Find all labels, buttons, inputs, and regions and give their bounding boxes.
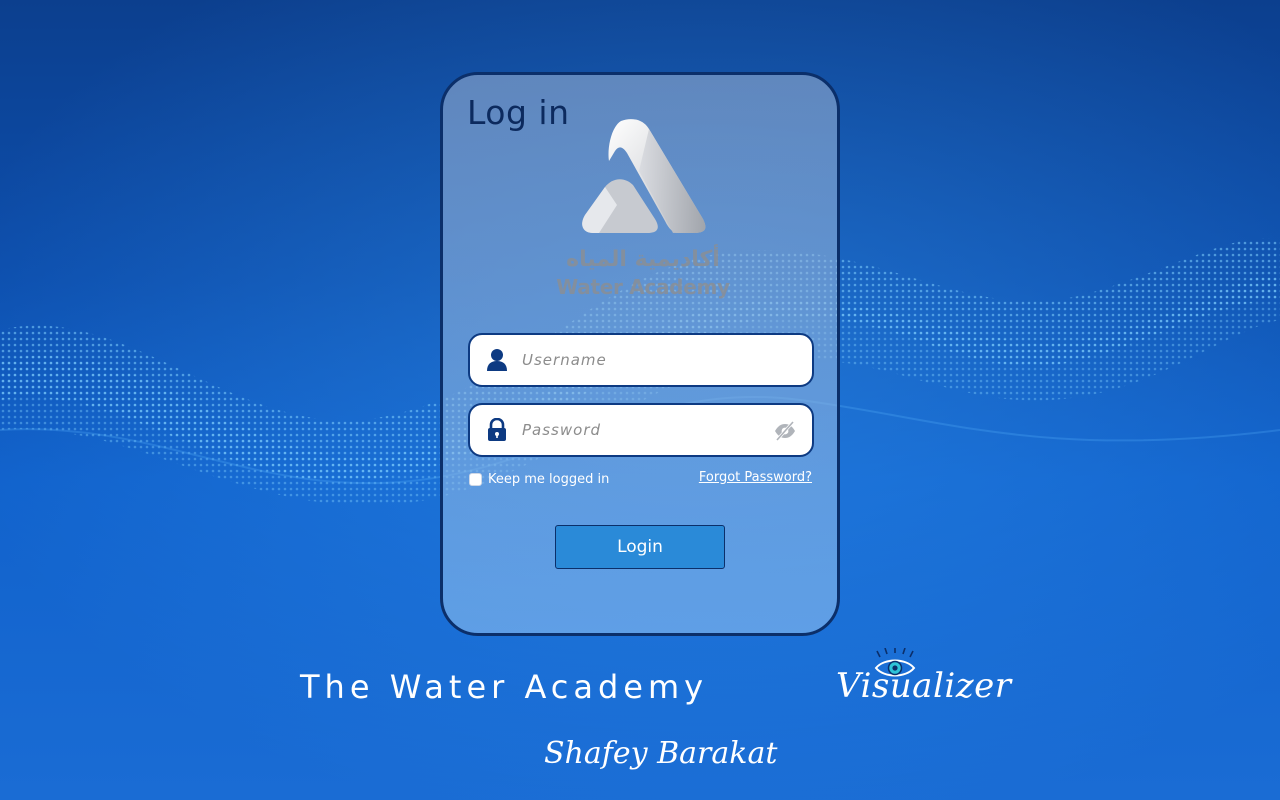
eye-slash-icon[interactable] bbox=[774, 420, 796, 442]
forgot-password-link[interactable]: Forgot Password? bbox=[699, 470, 812, 485]
signature: Shafey Barakat bbox=[544, 736, 778, 771]
login-card: Log in أكاديمية المياه Water Academy Use… bbox=[440, 72, 840, 636]
brand-title: The Water Academy bbox=[300, 668, 709, 706]
password-field[interactable] bbox=[468, 403, 814, 457]
username-field[interactable] bbox=[468, 333, 814, 387]
password-input[interactable] bbox=[522, 415, 762, 445]
keep-logged-in-checkbox[interactable] bbox=[469, 472, 482, 486]
username-input[interactable] bbox=[522, 345, 762, 375]
login-button[interactable]: Login bbox=[555, 525, 725, 569]
logo-arabic-text: أكاديمية المياه bbox=[566, 247, 720, 272]
keep-logged-in-label: Keep me logged in bbox=[488, 471, 610, 487]
user-icon bbox=[487, 349, 507, 371]
keep-logged-in[interactable]: Keep me logged in bbox=[469, 470, 609, 488]
logo-english-text: Water Academy bbox=[556, 275, 730, 299]
visualizer-logo-text: Visualizer bbox=[836, 666, 1012, 706]
lock-icon bbox=[488, 418, 506, 441]
